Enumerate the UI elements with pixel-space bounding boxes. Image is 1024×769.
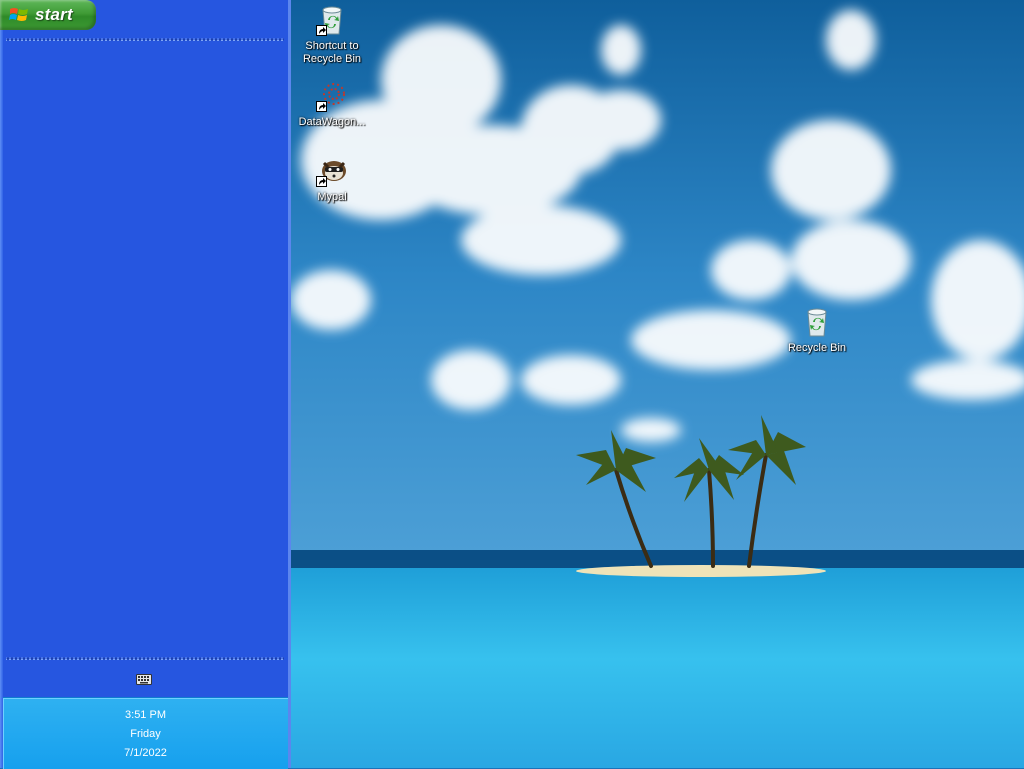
wallpaper-image bbox=[291, 0, 1024, 768]
shortcut-arrow-icon bbox=[316, 101, 327, 112]
desktop-icon-shortcut-recycle-bin[interactable]: Shortcut to Recycle Bin bbox=[291, 4, 374, 66]
desktop-icon-recycle-bin[interactable]: Recycle Bin bbox=[775, 306, 859, 355]
clock[interactable]: 3:51 PM Friday 7/1/2022 bbox=[3, 697, 288, 769]
clock-day: Friday bbox=[130, 728, 161, 740]
desktop-icon-label: Recycle Bin bbox=[787, 342, 847, 354]
shortcut-arrow-icon bbox=[316, 25, 327, 36]
clock-time: 3:51 PM bbox=[125, 709, 166, 721]
desktop-icon-label: Mypal bbox=[317, 191, 347, 203]
taskbar: start 3:51 PM Friday 7/1/2022 bbox=[0, 0, 291, 769]
mypal-icon bbox=[316, 155, 348, 187]
recycle-bin-icon bbox=[801, 306, 833, 338]
recycle-bin-icon bbox=[316, 4, 348, 36]
clock-date: 7/1/2022 bbox=[124, 747, 167, 759]
desktop-icon-label: DataWagon... bbox=[298, 116, 366, 128]
datawagon-icon bbox=[316, 80, 348, 112]
windows-flag-icon bbox=[9, 8, 28, 21]
shortcut-arrow-icon bbox=[316, 176, 327, 187]
taskbar-grip-top[interactable] bbox=[6, 38, 284, 41]
desktop-icon-datawagon[interactable]: DataWagon... bbox=[291, 80, 374, 129]
keyboard-icon[interactable] bbox=[136, 672, 152, 686]
start-button[interactable]: start bbox=[0, 0, 96, 30]
desktop-icon-label: Shortcut to Recycle Bin bbox=[302, 40, 362, 65]
desktop-icon-mypal[interactable]: Mypal bbox=[291, 155, 374, 204]
desktop[interactable]: Shortcut to Recycle Bin DataWagon... Myp… bbox=[291, 0, 1024, 768]
taskbar-grip-bottom[interactable] bbox=[6, 657, 284, 660]
start-label: start bbox=[35, 5, 73, 24]
